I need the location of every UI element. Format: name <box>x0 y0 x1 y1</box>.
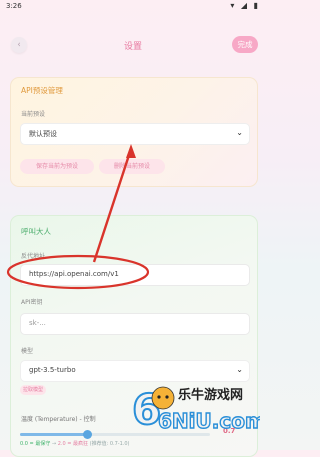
annotation-arrow-head <box>126 144 136 158</box>
watermark-mark-text: 6NiU.com <box>158 409 260 433</box>
watermark-text: 乐牛游戏网 <box>178 388 244 403</box>
bull-mascot-icon <box>151 386 175 410</box>
annotation-arrow-line <box>92 148 133 263</box>
annotation-ellipse <box>6 254 150 290</box>
watermark-logo: 6 6NiU.com 乐牛游戏网 <box>130 376 266 435</box>
